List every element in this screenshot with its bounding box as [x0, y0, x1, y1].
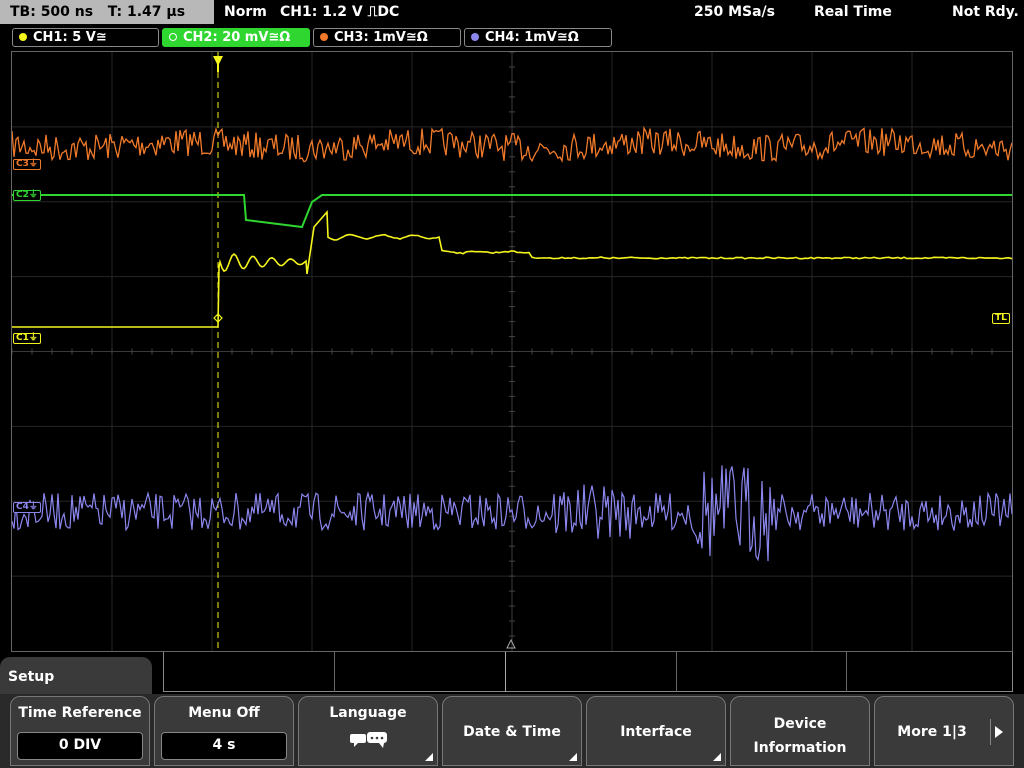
menu-off-value: 4 s [161, 732, 287, 760]
acquisition-mode: Real Time [814, 4, 892, 20]
ch1-dot-icon [19, 33, 27, 41]
submenu-indicator-icon [425, 753, 433, 761]
softkey-divider [990, 719, 991, 745]
channel-tab-ch1[interactable]: CH1: 5 V≅ [12, 28, 159, 47]
waveform-display[interactable]: C3⏚ C2⏚ C1⏚ C4⏚ TL [11, 51, 1013, 652]
channel-tab-ch4[interactable]: CH4: 1mV≅Ω [464, 28, 612, 47]
trigger-state: Not Rdy. [952, 4, 1019, 20]
softkey-label: Menu Off [188, 705, 260, 721]
ch4-dot-icon [471, 33, 479, 41]
ch2-ground-marker[interactable]: C2⏚ [13, 190, 41, 201]
graticule [12, 52, 1012, 651]
trigger-level-marker[interactable]: TL [992, 313, 1010, 324]
date-time-softkey[interactable]: Date & Time [442, 696, 582, 766]
record-timeline [163, 652, 1013, 692]
channel-tab-ch3[interactable]: CH3: 1mV≅Ω [313, 28, 461, 47]
timebase-readout[interactable]: TB: 500 ns T: 1.47 µs [0, 0, 214, 24]
speech-bubbles-icon [350, 732, 387, 748]
ch4-ground-marker[interactable]: C4⏚ [13, 502, 41, 513]
ch2-dot-icon [169, 33, 177, 41]
menu-off-softkey[interactable]: Menu Off 4 s [154, 696, 294, 766]
waveform-canvas [12, 52, 1012, 651]
softkey-label: Device Information [753, 716, 847, 756]
softkey-label: Date & Time [463, 724, 561, 740]
sample-rate: 250 MSa/s [694, 4, 776, 20]
device-information-softkey[interactable]: Device Information [730, 696, 870, 766]
trigger-mode[interactable]: Norm [224, 0, 267, 24]
interface-softkey[interactable]: Interface [586, 696, 726, 766]
submenu-indicator-icon [569, 753, 577, 761]
trigger-position-icon[interactable] [213, 56, 223, 72]
timeline-divider [676, 652, 677, 692]
language-softkey[interactable]: Language [298, 696, 438, 766]
submenu-indicator-icon [713, 753, 721, 761]
timeline-divider [334, 652, 335, 692]
ch1-ground-marker[interactable]: C1⏚ [13, 333, 41, 344]
channel-label: CH1: 5 V≅ [33, 30, 107, 45]
timeline-divider [505, 652, 506, 692]
ch3-ground-marker[interactable]: C3⏚ [13, 159, 41, 170]
softkey-label: Language [329, 705, 407, 721]
channel-tab-ch2[interactable]: CH2: 20 mV≅Ω [162, 28, 310, 47]
trigger-readout[interactable]: CH1: 1.2 V ⎍DC [280, 0, 399, 24]
timeline-divider [846, 652, 847, 692]
status-bar: TB: 500 ns T: 1.47 µs Norm CH1: 1.2 V ⎍D… [0, 0, 1024, 25]
time-reference-value: 0 DIV [17, 732, 143, 760]
channel-label: CH4: 1mV≅Ω [485, 30, 579, 45]
ch3-dot-icon [320, 33, 328, 41]
right-arrow-icon [995, 726, 1003, 738]
softkey-label: Time Reference [18, 705, 142, 721]
softkey-label: Interface [620, 724, 692, 740]
horizontal-position-icon[interactable] [506, 638, 516, 649]
more-softkey[interactable]: More 1|3 [874, 696, 1014, 766]
channel-label: CH2: 20 mV≅Ω [183, 30, 291, 45]
time-reference-softkey[interactable]: Time Reference 0 DIV [10, 696, 150, 766]
channel-label: CH3: 1mV≅Ω [334, 30, 428, 45]
softkey-label: More 1|3 [897, 724, 967, 740]
